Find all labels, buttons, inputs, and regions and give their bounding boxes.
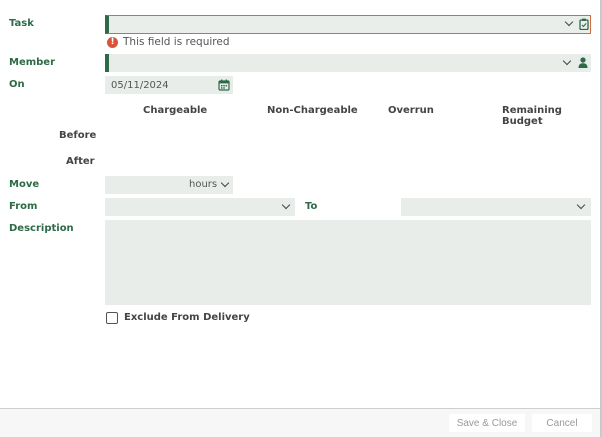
person-icon[interactable] — [578, 57, 588, 68]
cancel-button[interactable]: Cancel — [532, 414, 592, 432]
task-select[interactable] — [105, 15, 591, 34]
save-close-button[interactable]: Save & Close — [449, 414, 525, 432]
member-select[interactable] — [105, 54, 591, 72]
member-label: Member — [9, 57, 56, 68]
date-input[interactable]: 05/11/2024 — [105, 76, 233, 94]
col-chargeable: Chargeable — [143, 105, 208, 116]
from-select[interactable] — [105, 198, 295, 216]
task-error-text: This field is required — [123, 36, 230, 48]
chevron-down-icon[interactable] — [562, 56, 572, 66]
to-select[interactable] — [401, 198, 591, 216]
from-label: From — [9, 201, 38, 212]
move-unit[interactable]: hours — [189, 179, 217, 190]
task-label: Task — [9, 18, 34, 29]
to-label: To — [305, 201, 318, 212]
on-label: On — [9, 79, 25, 90]
chevron-down-icon[interactable] — [281, 200, 291, 210]
chevron-down-icon[interactable] — [564, 17, 574, 27]
chevron-down-icon[interactable] — [576, 200, 586, 210]
row-before: Before — [59, 130, 97, 141]
exclude-label: Exclude From Delivery — [124, 312, 250, 323]
chevron-down-icon[interactable] — [220, 178, 230, 188]
move-input[interactable]: hours — [105, 176, 233, 194]
exclude-checkbox[interactable] — [106, 312, 118, 324]
description-label: Description — [9, 223, 74, 234]
move-label: Move — [9, 179, 40, 190]
task-error: ! This field is required — [107, 36, 230, 48]
clipboard-icon[interactable] — [579, 18, 589, 30]
exclamation-circle-icon: ! — [107, 36, 118, 48]
col-overrun: Overrun — [388, 105, 434, 116]
row-after: After — [66, 156, 95, 167]
calendar-icon[interactable] — [218, 79, 230, 91]
date-value: 05/11/2024 — [111, 79, 169, 91]
dialog-frame: Task ! This field is required Member On … — [0, 0, 602, 437]
description-textarea[interactable] — [105, 220, 591, 305]
col-non-chargeable: Non-Chargeable — [267, 105, 358, 116]
col-remaining-budget: Remaining Budget — [502, 105, 562, 127]
